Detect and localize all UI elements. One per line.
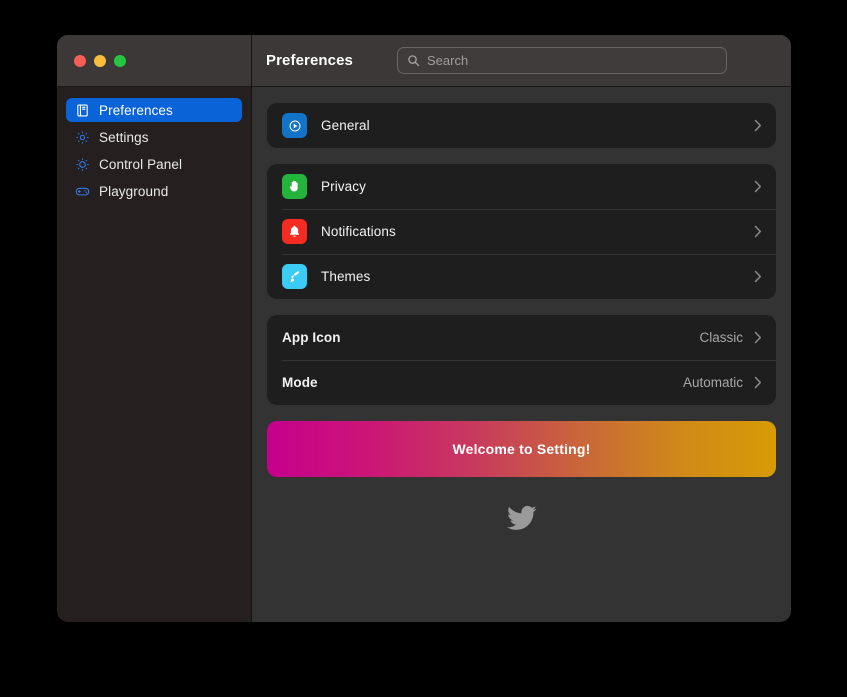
search-icon [408,55,420,67]
general-tile [282,113,307,138]
row-label: Privacy [321,179,366,194]
row-notifications[interactable]: Notifications [267,209,776,254]
maximize-button[interactable] [114,54,126,67]
sidebar-item-playground[interactable]: Playground [66,179,242,203]
privacy-tile [282,174,307,199]
gamepad-icon [74,183,90,199]
sidebar: Preferences Settings Control Panel Playg… [57,35,252,622]
brightness-icon [74,156,90,172]
window-titlebar [57,35,251,87]
row-mode[interactable]: Mode Automatic [267,360,776,405]
row-value: Classic [699,330,743,345]
row-value: Automatic [682,375,743,390]
bell-icon [289,225,300,237]
chevron-right-icon [754,119,762,132]
book-icon [74,102,90,118]
gear-icon [289,120,300,131]
row-label: Themes [321,269,371,284]
row-label: Mode [282,375,318,390]
group-options: Privacy Notifications Themes [267,164,776,299]
page-title: Preferences [266,52,353,69]
sidebar-item-preferences[interactable]: Preferences [66,98,242,122]
group-general: General [267,103,776,148]
main-pane: Preferences Search General Privacy Notif… [252,35,791,622]
sidebar-item-label: Preferences [99,102,173,118]
group-values: App Icon Classic Mode Automatic [267,315,776,405]
close-button[interactable] [74,54,86,67]
sidebar-item-control-panel[interactable]: Control Panel [66,152,242,176]
sidebar-item-settings[interactable]: Settings [66,125,242,149]
twitter-bird-icon[interactable] [506,503,537,533]
hand-raised-icon [289,180,298,192]
row-general[interactable]: General [267,103,776,148]
app-window: Preferences Settings Control Panel Playg… [57,35,791,622]
row-privacy[interactable]: Privacy [267,164,776,209]
row-label: General [321,118,370,133]
row-app-icon[interactable]: App Icon Classic [267,315,776,360]
row-themes[interactable]: Themes [267,254,776,299]
sidebar-nav: Preferences Settings Control Panel Playg… [57,87,251,203]
sidebar-item-label: Playground [99,183,169,199]
search-input[interactable] [427,53,717,68]
paintbrush-icon [290,271,300,282]
screen: Preferences Settings Control Panel Playg… [0,0,847,697]
sidebar-item-label: Control Panel [99,156,183,172]
preferences-content: General Privacy Notifications Themes App… [252,87,791,622]
sidebar-item-label: Settings [99,129,149,145]
row-label: Notifications [321,224,396,239]
themes-tile [282,264,307,289]
chevron-right-icon [754,331,762,344]
chevron-right-icon [754,376,762,389]
minimize-button[interactable] [94,54,106,67]
main-header: Preferences [252,35,791,87]
search-field[interactable] [397,47,727,74]
row-label: App Icon [282,330,341,345]
welcome-banner[interactable]: Welcome to Setting! [267,421,776,477]
welcome-banner-text: Welcome to Setting! [452,441,591,457]
gear-icon [74,129,90,145]
chevron-right-icon [754,270,762,283]
chevron-right-icon [754,180,762,193]
footer [267,493,776,533]
traffic-lights [74,54,126,67]
notifications-tile [282,219,307,244]
chevron-right-icon [754,225,762,238]
